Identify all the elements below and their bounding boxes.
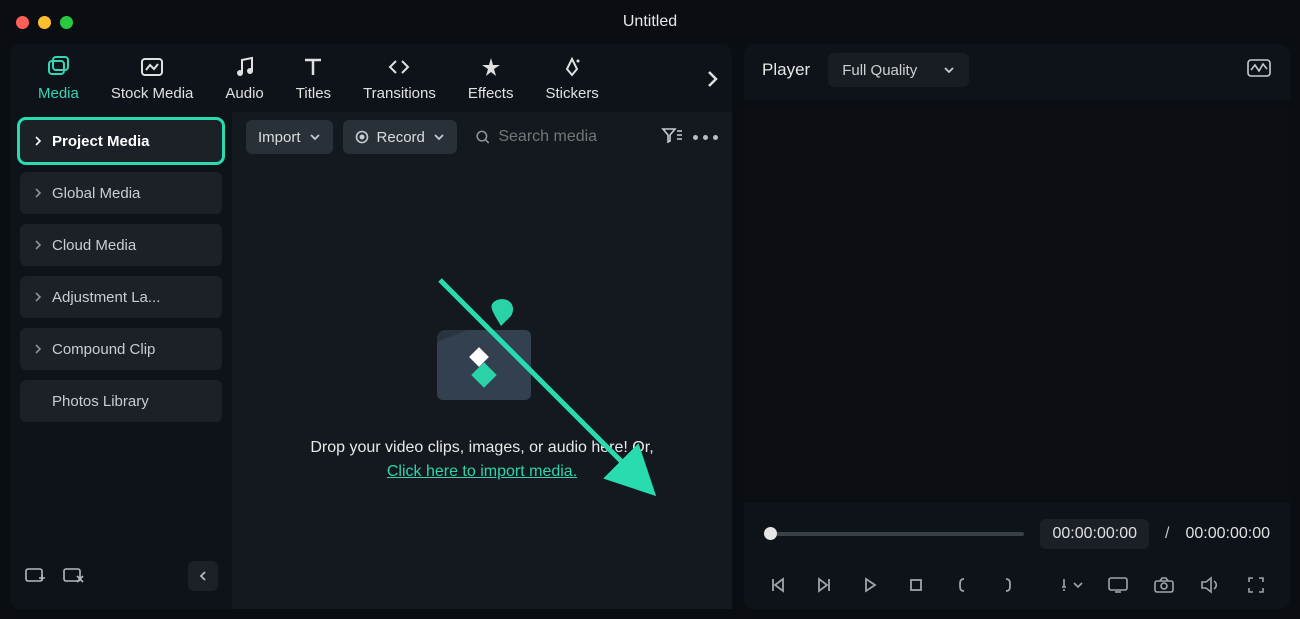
- search-media[interactable]: [467, 128, 651, 146]
- media-panel: Media Stock Media Audio Titles Transitio…: [10, 44, 732, 609]
- stock-media-icon: [139, 55, 165, 79]
- sidebar-item-adjustment-layer[interactable]: Adjustment La...: [20, 276, 222, 318]
- media-browser: Import Record: [232, 112, 732, 609]
- snapshot-button[interactable]: [1150, 571, 1178, 599]
- chevron-right-icon: [34, 292, 42, 302]
- player-panel: Player Full Quality 00:00:00:00 / 00:00:…: [744, 44, 1290, 609]
- play-button[interactable]: [856, 571, 884, 599]
- sidebar-item-label: Adjustment La...: [52, 289, 160, 306]
- maximize-window-button[interactable]: [60, 16, 73, 29]
- import-button[interactable]: Import: [246, 120, 333, 154]
- preview-viewport[interactable]: [744, 100, 1290, 503]
- stop-button[interactable]: [902, 571, 930, 599]
- dropzone-text: Drop your video clips, images, or audio …: [310, 436, 653, 484]
- next-frame-button[interactable]: [810, 571, 838, 599]
- tab-stock-media[interactable]: Stock Media: [111, 55, 194, 102]
- tab-titles[interactable]: Titles: [296, 55, 331, 102]
- mark-out-button[interactable]: [994, 571, 1022, 599]
- minimize-window-button[interactable]: [38, 16, 51, 29]
- marker-menu-button[interactable]: [1058, 571, 1086, 599]
- sidebar-item-label: Global Media: [52, 185, 140, 202]
- dropzone-line1: Drop your video clips, images, or audio …: [310, 436, 653, 460]
- chevron-right-icon: [34, 136, 42, 146]
- sidebar-item-label: Compound Clip: [52, 341, 155, 358]
- sidebar-item-compound-clip[interactable]: Compound Clip: [20, 328, 222, 370]
- tab-effects[interactable]: Effects: [468, 55, 514, 102]
- scopes-button[interactable]: [1246, 58, 1272, 83]
- sidebar-item-project-media[interactable]: Project Media: [20, 120, 222, 162]
- volume-button[interactable]: [1196, 571, 1224, 599]
- sidebar-item-label: Cloud Media: [52, 237, 136, 254]
- media-sidebar: Project Media Global Media Cloud Media A…: [10, 112, 232, 609]
- delete-folder-button[interactable]: [62, 564, 84, 589]
- stickers-icon: [559, 55, 585, 79]
- audio-icon: [232, 55, 258, 79]
- display-mode-button[interactable]: [1104, 571, 1132, 599]
- window-title: Untitled: [623, 13, 677, 31]
- import-folder-illustration: [417, 288, 547, 418]
- chevron-right-icon: [34, 188, 42, 198]
- close-window-button[interactable]: [16, 16, 29, 29]
- sidebar-item-label: Project Media: [52, 133, 150, 150]
- scrub-handle[interactable]: [764, 527, 777, 540]
- tab-audio[interactable]: Audio: [225, 55, 263, 102]
- sidebar-collapse-button[interactable]: [188, 561, 218, 591]
- tab-label: Effects: [468, 85, 514, 102]
- quality-select[interactable]: Full Quality: [828, 53, 969, 87]
- button-label: Import: [258, 129, 301, 146]
- tab-stickers[interactable]: Stickers: [545, 55, 598, 102]
- effects-icon: [478, 55, 504, 79]
- prev-frame-button[interactable]: [764, 571, 792, 599]
- tab-transitions[interactable]: Transitions: [363, 55, 436, 102]
- tab-media[interactable]: Media: [38, 55, 79, 102]
- record-icon: [355, 130, 369, 144]
- timecode-total: 00:00:00:00: [1185, 525, 1270, 543]
- titles-icon: [300, 55, 326, 79]
- tab-label: Titles: [296, 85, 331, 102]
- top-tabs: Media Stock Media Audio Titles Transitio…: [10, 44, 732, 112]
- player-label: Player: [762, 60, 810, 80]
- media-dropzone[interactable]: Drop your video clips, images, or audio …: [232, 162, 732, 609]
- more-options-button[interactable]: [693, 135, 718, 140]
- transitions-icon: [386, 55, 412, 79]
- tab-label: Stickers: [545, 85, 598, 102]
- filter-button[interactable]: [661, 126, 683, 149]
- button-label: Record: [377, 129, 425, 146]
- tab-label: Audio: [225, 85, 263, 102]
- tabs-more-button[interactable]: [706, 68, 720, 95]
- tab-label: Transitions: [363, 85, 436, 102]
- player-controls: [744, 561, 1290, 609]
- import-media-link[interactable]: Click here to import media.: [387, 463, 577, 480]
- chevron-right-icon: [34, 344, 42, 354]
- chevron-down-icon: [433, 132, 445, 142]
- media-tab-icon: [45, 55, 71, 79]
- new-folder-button[interactable]: [24, 564, 46, 589]
- chevron-down-icon: [943, 65, 955, 75]
- chevron-right-icon: [34, 240, 42, 250]
- fullscreen-button[interactable]: [1242, 571, 1270, 599]
- sidebar-item-label: Photos Library: [52, 393, 149, 410]
- scrub-bar[interactable]: [764, 532, 1024, 536]
- record-button[interactable]: Record: [343, 120, 457, 154]
- sidebar-item-global-media[interactable]: Global Media: [20, 172, 222, 214]
- traffic-lights[interactable]: [16, 16, 73, 29]
- search-input[interactable]: [498, 128, 643, 146]
- timecode-separator: /: [1165, 525, 1169, 543]
- tab-label: Stock Media: [111, 85, 194, 102]
- timecode-current[interactable]: 00:00:00:00: [1040, 519, 1149, 549]
- tab-label: Media: [38, 85, 79, 102]
- quality-value: Full Quality: [842, 62, 917, 79]
- sidebar-item-photos-library[interactable]: Photos Library: [20, 380, 222, 422]
- mark-in-button[interactable]: [948, 571, 976, 599]
- chevron-down-icon: [309, 132, 321, 142]
- search-icon: [475, 128, 490, 146]
- sidebar-item-cloud-media[interactable]: Cloud Media: [20, 224, 222, 266]
